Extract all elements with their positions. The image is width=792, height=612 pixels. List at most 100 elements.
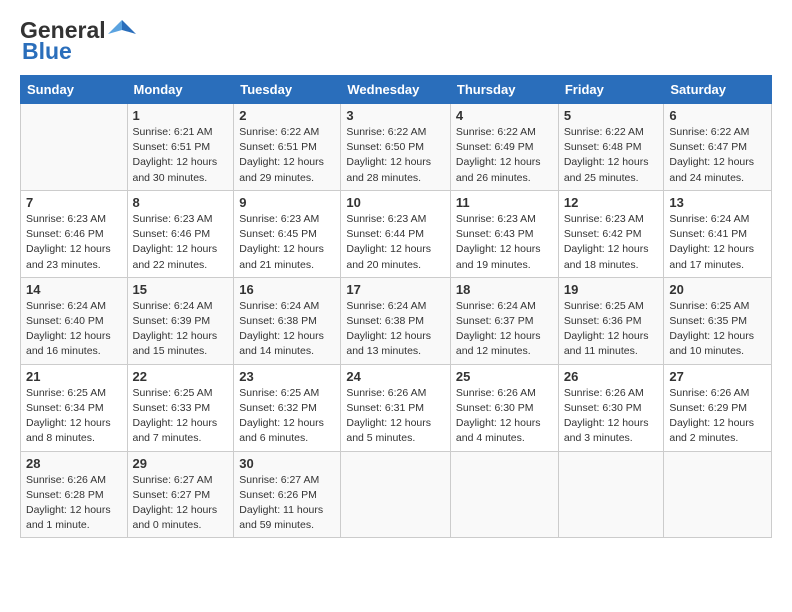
calendar-cell: 8 Sunrise: 6:23 AM Sunset: 6:46 PM Daylig… — [127, 190, 234, 277]
day-number: 28 — [26, 456, 122, 471]
day-number: 3 — [346, 108, 445, 123]
day-info: Sunrise: 6:22 AM Sunset: 6:49 PM Dayligh… — [456, 125, 553, 186]
calendar-cell — [341, 451, 451, 538]
day-number: 30 — [239, 456, 335, 471]
day-info: Sunrise: 6:23 AM Sunset: 6:45 PM Dayligh… — [239, 212, 335, 273]
day-info: Sunrise: 6:22 AM Sunset: 6:47 PM Dayligh… — [669, 125, 766, 186]
day-info: Sunrise: 6:25 AM Sunset: 6:34 PM Dayligh… — [26, 386, 122, 447]
day-info: Sunrise: 6:23 AM Sunset: 6:44 PM Dayligh… — [346, 212, 445, 273]
col-header-monday: Monday — [127, 76, 234, 104]
day-info: Sunrise: 6:25 AM Sunset: 6:35 PM Dayligh… — [669, 299, 766, 360]
calendar-cell: 19 Sunrise: 6:25 AM Sunset: 6:36 PM Dayli… — [558, 277, 664, 364]
day-info: Sunrise: 6:24 AM Sunset: 6:41 PM Dayligh… — [669, 212, 766, 273]
calendar-cell: 29 Sunrise: 6:27 AM Sunset: 6:27 PM Dayli… — [127, 451, 234, 538]
day-info: Sunrise: 6:23 AM Sunset: 6:46 PM Dayligh… — [133, 212, 229, 273]
calendar-cell — [450, 451, 558, 538]
logo-bird-icon — [108, 16, 136, 44]
calendar-cell: 2 Sunrise: 6:22 AM Sunset: 6:51 PM Daylig… — [234, 104, 341, 191]
day-number: 29 — [133, 456, 229, 471]
day-number: 27 — [669, 369, 766, 384]
day-number: 16 — [239, 282, 335, 297]
logo-blue: Blue — [22, 38, 72, 65]
day-number: 2 — [239, 108, 335, 123]
day-number: 12 — [564, 195, 659, 210]
col-header-sunday: Sunday — [21, 76, 128, 104]
day-info: Sunrise: 6:22 AM Sunset: 6:51 PM Dayligh… — [239, 125, 335, 186]
day-number: 5 — [564, 108, 659, 123]
col-header-wednesday: Wednesday — [341, 76, 451, 104]
day-number: 25 — [456, 369, 553, 384]
calendar-cell: 26 Sunrise: 6:26 AM Sunset: 6:30 PM Dayli… — [558, 364, 664, 451]
day-info: Sunrise: 6:27 AM Sunset: 6:27 PM Dayligh… — [133, 473, 229, 534]
day-number: 15 — [133, 282, 229, 297]
day-number: 26 — [564, 369, 659, 384]
day-info: Sunrise: 6:22 AM Sunset: 6:50 PM Dayligh… — [346, 125, 445, 186]
day-number: 13 — [669, 195, 766, 210]
day-number: 8 — [133, 195, 229, 210]
calendar-cell: 15Sunrise: 6:24 AM Sunset: 6:39 PM Dayli… — [127, 277, 234, 364]
day-info: Sunrise: 6:24 AM Sunset: 6:38 PM Dayligh… — [346, 299, 445, 360]
calendar-cell: 18 Sunrise: 6:24 AM Sunset: 6:37 PM Dayli… — [450, 277, 558, 364]
calendar-cell: 9 Sunrise: 6:23 AM Sunset: 6:45 PM Daylig… — [234, 190, 341, 277]
calendar-cell: 17Sunrise: 6:24 AM Sunset: 6:38 PM Dayli… — [341, 277, 451, 364]
day-number: 22 — [133, 369, 229, 384]
calendar-cell: 12 Sunrise: 6:23 AM Sunset: 6:42 PM Dayli… — [558, 190, 664, 277]
day-info: Sunrise: 6:23 AM Sunset: 6:46 PM Dayligh… — [26, 212, 122, 273]
day-info: Sunrise: 6:25 AM Sunset: 6:36 PM Dayligh… — [564, 299, 659, 360]
calendar-cell: 22 Sunrise: 6:25 AM Sunset: 6:33 PM Dayli… — [127, 364, 234, 451]
day-number: 21 — [26, 369, 122, 384]
day-info: Sunrise: 6:25 AM Sunset: 6:33 PM Dayligh… — [133, 386, 229, 447]
day-number: 24 — [346, 369, 445, 384]
day-info: Sunrise: 6:23 AM Sunset: 6:43 PM Dayligh… — [456, 212, 553, 273]
day-info: Sunrise: 6:23 AM Sunset: 6:42 PM Dayligh… — [564, 212, 659, 273]
day-number: 18 — [456, 282, 553, 297]
calendar-cell: 21 Sunrise: 6:25 AM Sunset: 6:34 PM Dayli… — [21, 364, 128, 451]
day-info: Sunrise: 6:24 AM Sunset: 6:37 PM Dayligh… — [456, 299, 553, 360]
calendar-cell: 23Sunrise: 6:25 AM Sunset: 6:32 PM Dayli… — [234, 364, 341, 451]
calendar-cell: 14 Sunrise: 6:24 AM Sunset: 6:40 PM Dayli… — [21, 277, 128, 364]
day-number: 19 — [564, 282, 659, 297]
calendar-cell: 30 Sunrise: 6:27 AM Sunset: 6:26 PM Dayli… — [234, 451, 341, 538]
col-header-friday: Friday — [558, 76, 664, 104]
day-number: 9 — [239, 195, 335, 210]
calendar-cell: 27 Sunrise: 6:26 AM Sunset: 6:29 PM Dayli… — [664, 364, 772, 451]
col-header-thursday: Thursday — [450, 76, 558, 104]
calendar-cell: 25 Sunrise: 6:26 AM Sunset: 6:30 PM Dayli… — [450, 364, 558, 451]
calendar-cell: 7 Sunrise: 6:23 AM Sunset: 6:46 PM Daylig… — [21, 190, 128, 277]
day-info: Sunrise: 6:22 AM Sunset: 6:48 PM Dayligh… — [564, 125, 659, 186]
calendar-cell: 28 Sunrise: 6:26 AM Sunset: 6:28 PM Dayli… — [21, 451, 128, 538]
day-info: Sunrise: 6:21 AM Sunset: 6:51 PM Dayligh… — [133, 125, 229, 186]
day-info: Sunrise: 6:26 AM Sunset: 6:31 PM Dayligh… — [346, 386, 445, 447]
calendar-cell — [21, 104, 128, 191]
page-header: General Blue — [20, 16, 772, 65]
day-number: 7 — [26, 195, 122, 210]
day-info: Sunrise: 6:25 AM Sunset: 6:32 PM Dayligh… — [239, 386, 335, 447]
day-info: Sunrise: 6:26 AM Sunset: 6:30 PM Dayligh… — [456, 386, 553, 447]
calendar-table: SundayMondayTuesdayWednesdayThursdayFrid… — [20, 75, 772, 538]
calendar-cell: 13 Sunrise: 6:24 AM Sunset: 6:41 PM Dayli… — [664, 190, 772, 277]
col-header-tuesday: Tuesday — [234, 76, 341, 104]
calendar-cell: 5 Sunrise: 6:22 AM Sunset: 6:48 PM Daylig… — [558, 104, 664, 191]
day-number: 10 — [346, 195, 445, 210]
day-number: 11 — [456, 195, 553, 210]
day-info: Sunrise: 6:24 AM Sunset: 6:38 PM Dayligh… — [239, 299, 335, 360]
calendar-cell: 3 Sunrise: 6:22 AM Sunset: 6:50 PM Daylig… — [341, 104, 451, 191]
day-number: 14 — [26, 282, 122, 297]
day-number: 20 — [669, 282, 766, 297]
day-info: Sunrise: 6:26 AM Sunset: 6:30 PM Dayligh… — [564, 386, 659, 447]
calendar-cell: 16 Sunrise: 6:24 AM Sunset: 6:38 PM Dayli… — [234, 277, 341, 364]
day-info: Sunrise: 6:26 AM Sunset: 6:28 PM Dayligh… — [26, 473, 122, 534]
calendar-cell: 20 Sunrise: 6:25 AM Sunset: 6:35 PM Dayli… — [664, 277, 772, 364]
calendar-cell: 6Sunrise: 6:22 AM Sunset: 6:47 PM Daylig… — [664, 104, 772, 191]
calendar-cell: 1Sunrise: 6:21 AM Sunset: 6:51 PM Daylig… — [127, 104, 234, 191]
calendar-cell: 4 Sunrise: 6:22 AM Sunset: 6:49 PM Daylig… — [450, 104, 558, 191]
day-info: Sunrise: 6:26 AM Sunset: 6:29 PM Dayligh… — [669, 386, 766, 447]
col-header-saturday: Saturday — [664, 76, 772, 104]
day-number: 4 — [456, 108, 553, 123]
calendar-cell — [664, 451, 772, 538]
logo: General Blue — [20, 16, 136, 65]
day-info: Sunrise: 6:27 AM Sunset: 6:26 PM Dayligh… — [239, 473, 335, 534]
calendar-cell: 10 Sunrise: 6:23 AM Sunset: 6:44 PM Dayli… — [341, 190, 451, 277]
day-info: Sunrise: 6:24 AM Sunset: 6:40 PM Dayligh… — [26, 299, 122, 360]
calendar-cell: 24 Sunrise: 6:26 AM Sunset: 6:31 PM Dayli… — [341, 364, 451, 451]
